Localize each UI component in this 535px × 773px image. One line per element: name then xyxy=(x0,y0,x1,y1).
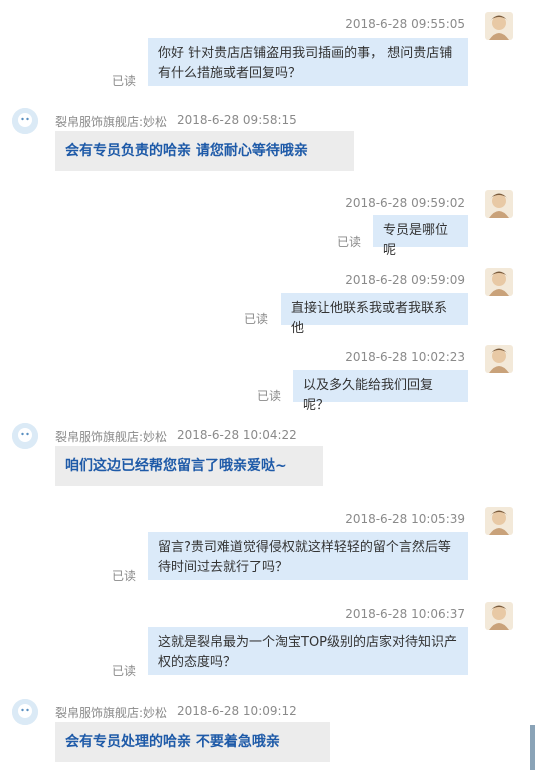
message-timestamp: 2018-6-28 09:55:05 xyxy=(345,17,465,31)
user-avatar[interactable] xyxy=(485,12,513,40)
read-status: 已读 xyxy=(112,664,137,678)
shop-avatar[interactable] xyxy=(12,423,38,449)
message-bubble: 你好 针对贵店店铺盗用我司插画的事， 想问贵店铺有什么措施或者回复吗？ xyxy=(148,38,468,86)
read-status: 已读 xyxy=(244,312,269,326)
message-bubble: 这就是裂帛最为一个淘宝TOP级别的店家对待知识产权的态度吗？ xyxy=(148,627,468,675)
message-timestamp: 2018-6-28 10:05:39 xyxy=(345,512,465,526)
shop-name: 裂帛服饰旗舰店:妙松 xyxy=(55,115,168,129)
message-bubble: 会有专员处理的哈亲 不要着急哦亲 xyxy=(55,722,330,762)
user-avatar[interactable] xyxy=(485,268,513,296)
scrollbar-thumb[interactable] xyxy=(530,725,535,770)
user-avatar[interactable] xyxy=(485,602,513,630)
message-bubble: 会有专员负责的哈亲 请您耐心等待哦亲 xyxy=(55,131,354,171)
read-status: 已读 xyxy=(112,569,137,583)
message-bubble: 留言?贵司难道觉得侵权就这样轻轻的留个言然后等待时间过去就行了吗？ xyxy=(148,532,468,580)
shop-name: 裂帛服饰旗舰店:妙松 xyxy=(55,430,168,444)
message-timestamp: 2018-6-28 10:09:12 xyxy=(177,704,297,718)
user-avatar[interactable] xyxy=(485,190,513,218)
message-timestamp: 2018-6-28 09:58:15 xyxy=(177,113,297,127)
message-bubble: 以及多久能给我们回复呢？ xyxy=(293,370,468,413)
message-timestamp: 2018-6-28 09:59:09 xyxy=(345,273,465,287)
read-status: 已读 xyxy=(257,389,282,403)
user-avatar[interactable] xyxy=(485,345,513,373)
shop-avatar[interactable] xyxy=(12,699,38,725)
message-timestamp: 2018-6-28 10:04:22 xyxy=(177,428,297,442)
message-timestamp: 2018-6-28 09:59:02 xyxy=(345,196,465,210)
shop-avatar[interactable] xyxy=(12,108,38,134)
message-bubble: 专员是哪位呢 xyxy=(373,215,468,258)
shop-name: 裂帛服饰旗舰店:妙松 xyxy=(55,706,168,720)
message-timestamp: 2018-6-28 10:02:23 xyxy=(345,350,465,364)
message-bubble: 咱们这边已经帮您留言了哦亲爱哒~ xyxy=(55,446,323,486)
message-timestamp: 2018-6-28 10:06:37 xyxy=(345,607,465,621)
user-avatar[interactable] xyxy=(485,507,513,535)
read-status: 已读 xyxy=(337,235,362,249)
message-bubble: 直接让他联系我或者我联系他 xyxy=(281,293,468,336)
read-status: 已读 xyxy=(112,74,137,88)
